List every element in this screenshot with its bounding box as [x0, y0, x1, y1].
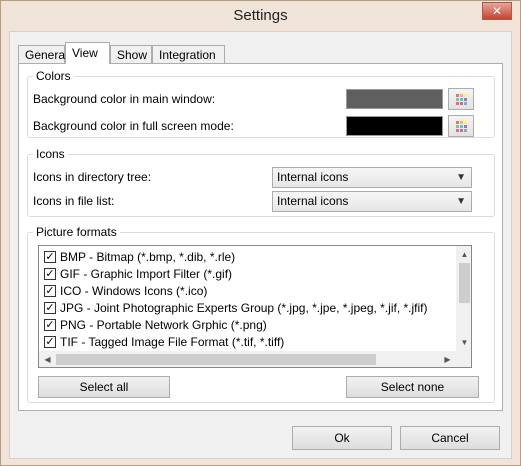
- format-checkbox[interactable]: ✓: [44, 302, 56, 314]
- close-button[interactable]: ✕: [482, 2, 512, 20]
- scroll-down-icon[interactable]: ▼: [456, 334, 471, 351]
- tab-show[interactable]: Show: [110, 45, 152, 64]
- vertical-scroll-thumb[interactable]: [459, 263, 470, 303]
- picture-formats-legend: Picture formats: [33, 225, 120, 239]
- format-checkbox[interactable]: ✓: [44, 251, 56, 263]
- icons-group: Icons Icons in directory tree: Internal …: [27, 147, 495, 217]
- file-list-icons-value: Internal icons: [277, 194, 349, 208]
- dialog-body: General View Show Integration Colors Bac…: [9, 31, 512, 459]
- select-all-button[interactable]: Select all: [38, 376, 170, 398]
- tab-view[interactable]: View: [65, 42, 110, 64]
- fullscreen-color-label: Background color in full screen mode:: [33, 119, 234, 133]
- ok-button[interactable]: Ok: [292, 426, 392, 450]
- format-label: JPG - Joint Photographic Experts Group (…: [60, 301, 428, 315]
- tab-general[interactable]: General: [18, 45, 68, 64]
- scrollbar-corner: [456, 351, 471, 367]
- title-bar: Settings ✕: [1, 1, 520, 31]
- format-label: TIF - Tagged Image File Format (*.tif, *…: [60, 335, 285, 349]
- colors-group: Colors Background color in main window: …: [27, 69, 495, 138]
- format-label: ICO - Windows Icons (*.ico): [60, 284, 208, 298]
- main-window-color-swatch[interactable]: [346, 89, 443, 109]
- format-checkbox[interactable]: ✓: [44, 285, 56, 297]
- scroll-left-icon[interactable]: ◀: [39, 351, 56, 367]
- fullscreen-color-swatch[interactable]: [346, 116, 443, 136]
- window-title: Settings: [233, 7, 288, 24]
- format-checkbox[interactable]: ✓: [44, 319, 56, 331]
- chevron-down-icon: ▼: [456, 172, 466, 183]
- picture-formats-list[interactable]: ✓ BMP - Bitmap (*.bmp, *.dib, *.rle) ✓ G…: [38, 245, 472, 368]
- tab-integration[interactable]: Integration: [152, 45, 225, 64]
- colors-legend: Colors: [33, 69, 74, 83]
- select-none-button[interactable]: Select none: [346, 376, 479, 398]
- settings-window: Settings ✕ General View Show Integration…: [0, 0, 521, 466]
- cancel-button[interactable]: Cancel: [400, 426, 500, 450]
- icons-legend: Icons: [33, 147, 68, 161]
- color-palette-icon: [456, 121, 467, 132]
- view-tab-panel: Colors Background color in main window: …: [18, 63, 503, 411]
- directory-tree-icons-value: Internal icons: [277, 170, 349, 184]
- horizontal-scroll-thumb[interactable]: [56, 354, 376, 365]
- scroll-up-icon[interactable]: ▲: [456, 246, 471, 263]
- directory-tree-icons-label: Icons in directory tree:: [33, 170, 152, 184]
- main-window-color-picker-button[interactable]: [448, 88, 474, 110]
- format-checkbox[interactable]: ✓: [44, 268, 56, 280]
- chevron-down-icon: ▼: [456, 196, 466, 207]
- scroll-right-icon[interactable]: ▶: [439, 351, 456, 367]
- file-list-icons-select[interactable]: Internal icons ▼: [272, 191, 472, 212]
- fullscreen-color-picker-button[interactable]: [448, 115, 474, 137]
- format-label: GIF - Graphic Import Filter (*.gif): [60, 267, 233, 281]
- format-label: BMP - Bitmap (*.bmp, *.dib, *.rle): [60, 250, 236, 264]
- color-palette-icon: [456, 94, 467, 105]
- close-icon: ✕: [491, 4, 503, 18]
- horizontal-scrollbar[interactable]: ◀ ▶: [39, 351, 456, 367]
- picture-formats-group: Picture formats ✓ BMP - Bitmap (*.bmp, *…: [27, 225, 495, 403]
- directory-tree-icons-select[interactable]: Internal icons ▼: [272, 167, 472, 188]
- file-list-icons-label: Icons in file list:: [33, 194, 115, 208]
- main-window-color-label: Background color in main window:: [33, 92, 216, 106]
- format-label: PNG - Portable Network Grphic (*.png): [60, 318, 267, 332]
- vertical-scrollbar[interactable]: ▲ ▼: [456, 246, 471, 351]
- format-checkbox[interactable]: ✓: [44, 336, 56, 348]
